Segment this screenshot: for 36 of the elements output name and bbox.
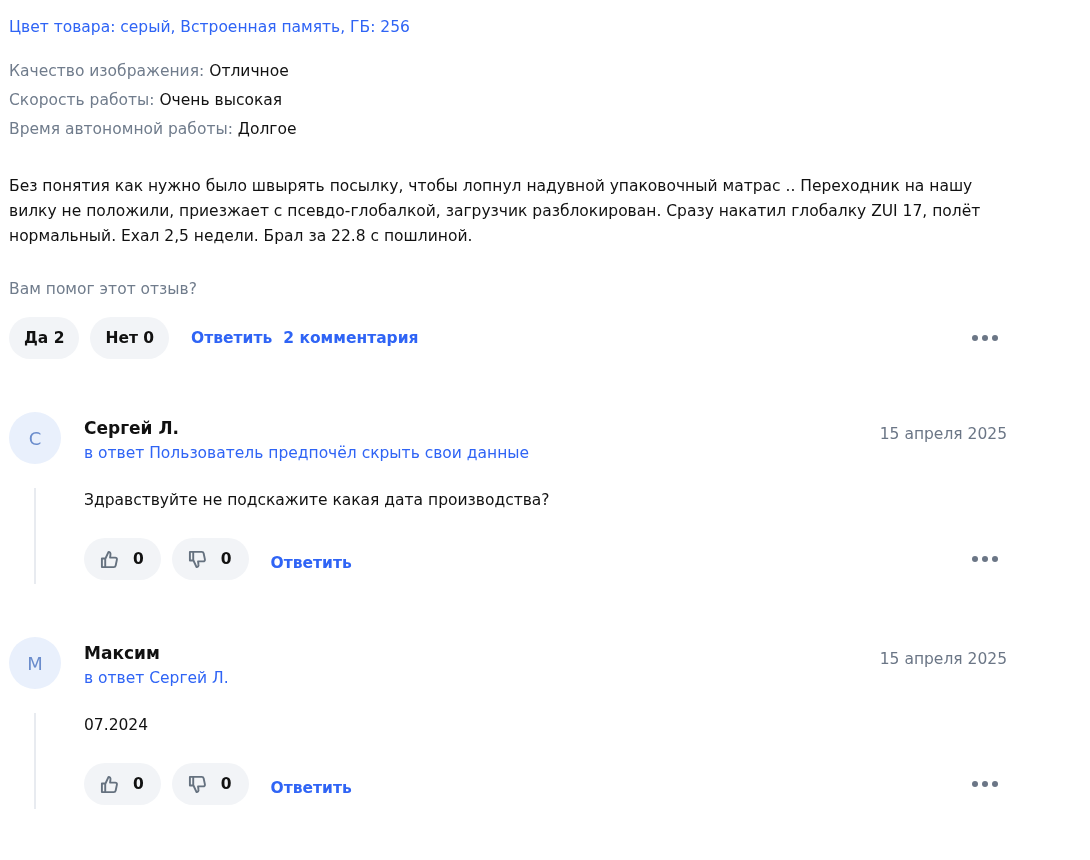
avatar-circle: М <box>9 637 61 689</box>
yes-vote-button[interactable]: Да 2 <box>9 317 80 359</box>
thumbs-down-icon <box>187 774 207 794</box>
more-options-icon[interactable] <box>972 556 998 562</box>
thumbs-down-icon <box>187 549 207 569</box>
product-variant-link[interactable]: Цвет товара: серый, Встроенная память, ГБ: 256 <box>9 15 410 39</box>
thumbs-up-icon <box>100 774 119 794</box>
comment-author: Сергей Л. <box>84 417 179 440</box>
rating-value: Долгое <box>237 120 297 138</box>
dislike-button[interactable]: 0 <box>171 763 249 805</box>
more-options-icon[interactable] <box>972 781 998 787</box>
review-text: Без понятия как нужно было швырять посылку, чтобы лопнул надувной упаковочный матрас .. Переходник на нашу вилку не положили, приезжает с псевдо-глобалкой, загрузчик разблокирован. Сразу накатил глобалку ZUI 17, полёт нормальный. Ехал 2,5 недели. Брал за 22.8 с пошлиной. <box>9 176 982 247</box>
comment-date: 15 апреля 2025 <box>879 424 1007 445</box>
rating-label: Время автономной работы: <box>9 120 233 138</box>
rating-value: Очень высокая <box>159 91 283 109</box>
rating-label: Качество изображения: <box>9 62 205 80</box>
comment-date: 15 апреля 2025 <box>879 649 1007 670</box>
reply-link[interactable]: Ответить <box>270 777 352 799</box>
avatar-circle: С <box>9 412 61 464</box>
no-vote-button[interactable]: Нет 0 <box>90 317 170 359</box>
like-button[interactable]: 0 <box>84 763 161 805</box>
comment-text: 07.2024 <box>84 715 149 736</box>
reply-link[interactable]: Ответить <box>270 552 352 574</box>
reply-to-link[interactable]: в ответ Сергей Л. <box>84 665 229 691</box>
rating-value: Отличное <box>209 62 289 80</box>
helpful-prompt: Вам помог этот отзыв? <box>9 279 197 300</box>
reply-to-link[interactable]: в ответ Пользователь предпочёл скрыть свои данные <box>84 440 530 466</box>
comment-author: Максим <box>84 642 160 665</box>
thumbs-up-icon <box>100 549 119 569</box>
reply-link[interactable]: Ответить <box>191 327 273 349</box>
comments-link[interactable]: 2 комментария <box>283 327 419 349</box>
dislike-button[interactable]: 0 <box>171 538 249 580</box>
comment-text: Здравствуйте не подскажите какая дата производства? <box>84 490 550 511</box>
rating-label: Скорость работы: <box>9 91 155 109</box>
more-options-icon[interactable] <box>972 335 998 341</box>
like-button[interactable]: 0 <box>84 538 161 580</box>
